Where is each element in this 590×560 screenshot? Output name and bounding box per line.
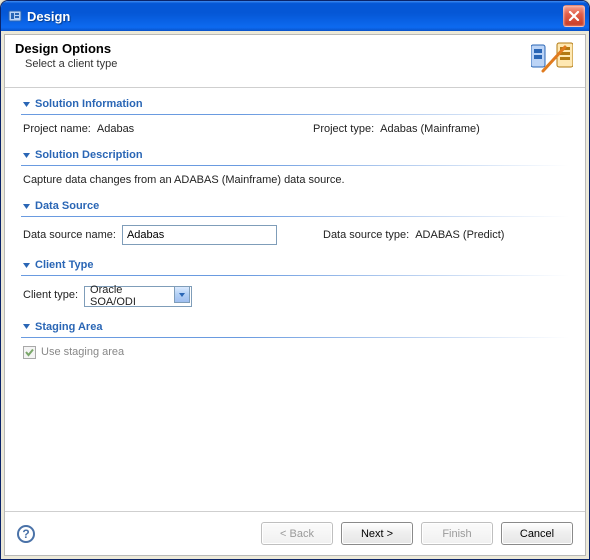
section-header-data-source[interactable]: Data Source (21, 200, 569, 214)
data-source-type-value: ADABAS (Predict) (415, 229, 504, 241)
client-type-label: Client type: (23, 289, 78, 301)
section-rule (21, 165, 569, 166)
close-icon (568, 11, 580, 21)
client-type-selected: Oracle SOA/ODI (90, 284, 171, 308)
section-rule (21, 216, 569, 217)
client-type-select[interactable]: Oracle SOA/ODI (84, 284, 192, 307)
section-rule (21, 275, 569, 276)
use-staging-area-label: Use staging area (41, 346, 124, 358)
wizard-content: Solution Information Project name: Adaba… (5, 88, 585, 511)
section-client-type: Client Type Client type: Oracle SOA/ODI (21, 259, 569, 307)
data-source-name-input[interactable] (122, 225, 277, 245)
section-rule (21, 114, 569, 115)
section-title: Staging Area (35, 321, 102, 333)
twisty-down-icon (21, 260, 31, 270)
data-source-name-label: Data source name: (23, 229, 116, 241)
page-subtitle: Select a client type (15, 58, 523, 70)
section-title: Data Source (35, 200, 99, 212)
section-title: Solution Information (35, 98, 143, 110)
cancel-button[interactable]: Cancel (501, 522, 573, 545)
design-wizard-window: Design Design Options Select a client ty… (0, 0, 590, 560)
section-rule (21, 337, 569, 338)
twisty-down-icon (21, 201, 31, 211)
section-solution-information: Solution Information Project name: Adaba… (21, 98, 569, 135)
section-staging-area: Staging Area Use staging area (21, 321, 569, 359)
project-type-value: Adabas (Mainframe) (380, 123, 480, 135)
twisty-down-icon (21, 150, 31, 160)
section-header-solution-description[interactable]: Solution Description (21, 149, 569, 163)
close-button[interactable] (563, 5, 585, 27)
page-title: Design Options (15, 41, 523, 56)
section-data-source: Data Source Data source name: Data sourc… (21, 200, 569, 245)
twisty-down-icon (21, 322, 31, 332)
next-button[interactable]: Next > (341, 522, 413, 545)
section-header-solution-information[interactable]: Solution Information (21, 98, 569, 112)
twisty-down-icon (21, 99, 31, 109)
app-icon (7, 8, 23, 24)
section-title: Client Type (35, 259, 93, 271)
finish-button[interactable]: Finish (421, 522, 493, 545)
back-button[interactable]: < Back (261, 522, 333, 545)
wizard-header: Design Options Select a client type (5, 35, 585, 87)
title-bar: Design (1, 1, 589, 31)
wizard-footer: ? < Back Next > Finish Cancel (5, 511, 585, 555)
project-name-label: Project name: (23, 123, 91, 135)
checkbox-icon (23, 346, 36, 359)
section-title: Solution Description (35, 149, 143, 161)
project-type-label: Project type: (313, 123, 374, 135)
section-solution-description: Solution Description Capture data change… (21, 149, 569, 186)
chevron-down-icon (174, 286, 190, 303)
header-graphic (531, 41, 573, 79)
data-source-type-label: Data source type: (323, 229, 409, 241)
section-header-client-type[interactable]: Client Type (21, 259, 569, 273)
project-name-value: Adabas (97, 123, 134, 135)
solution-description-text: Capture data changes from an ADABAS (Mai… (23, 174, 345, 186)
section-header-staging-area[interactable]: Staging Area (21, 321, 569, 335)
use-staging-area-checkbox: Use staging area (23, 346, 567, 359)
dialog-body: Design Options Select a client type (4, 34, 586, 556)
window-title: Design (23, 9, 563, 24)
help-icon[interactable]: ? (17, 525, 35, 543)
